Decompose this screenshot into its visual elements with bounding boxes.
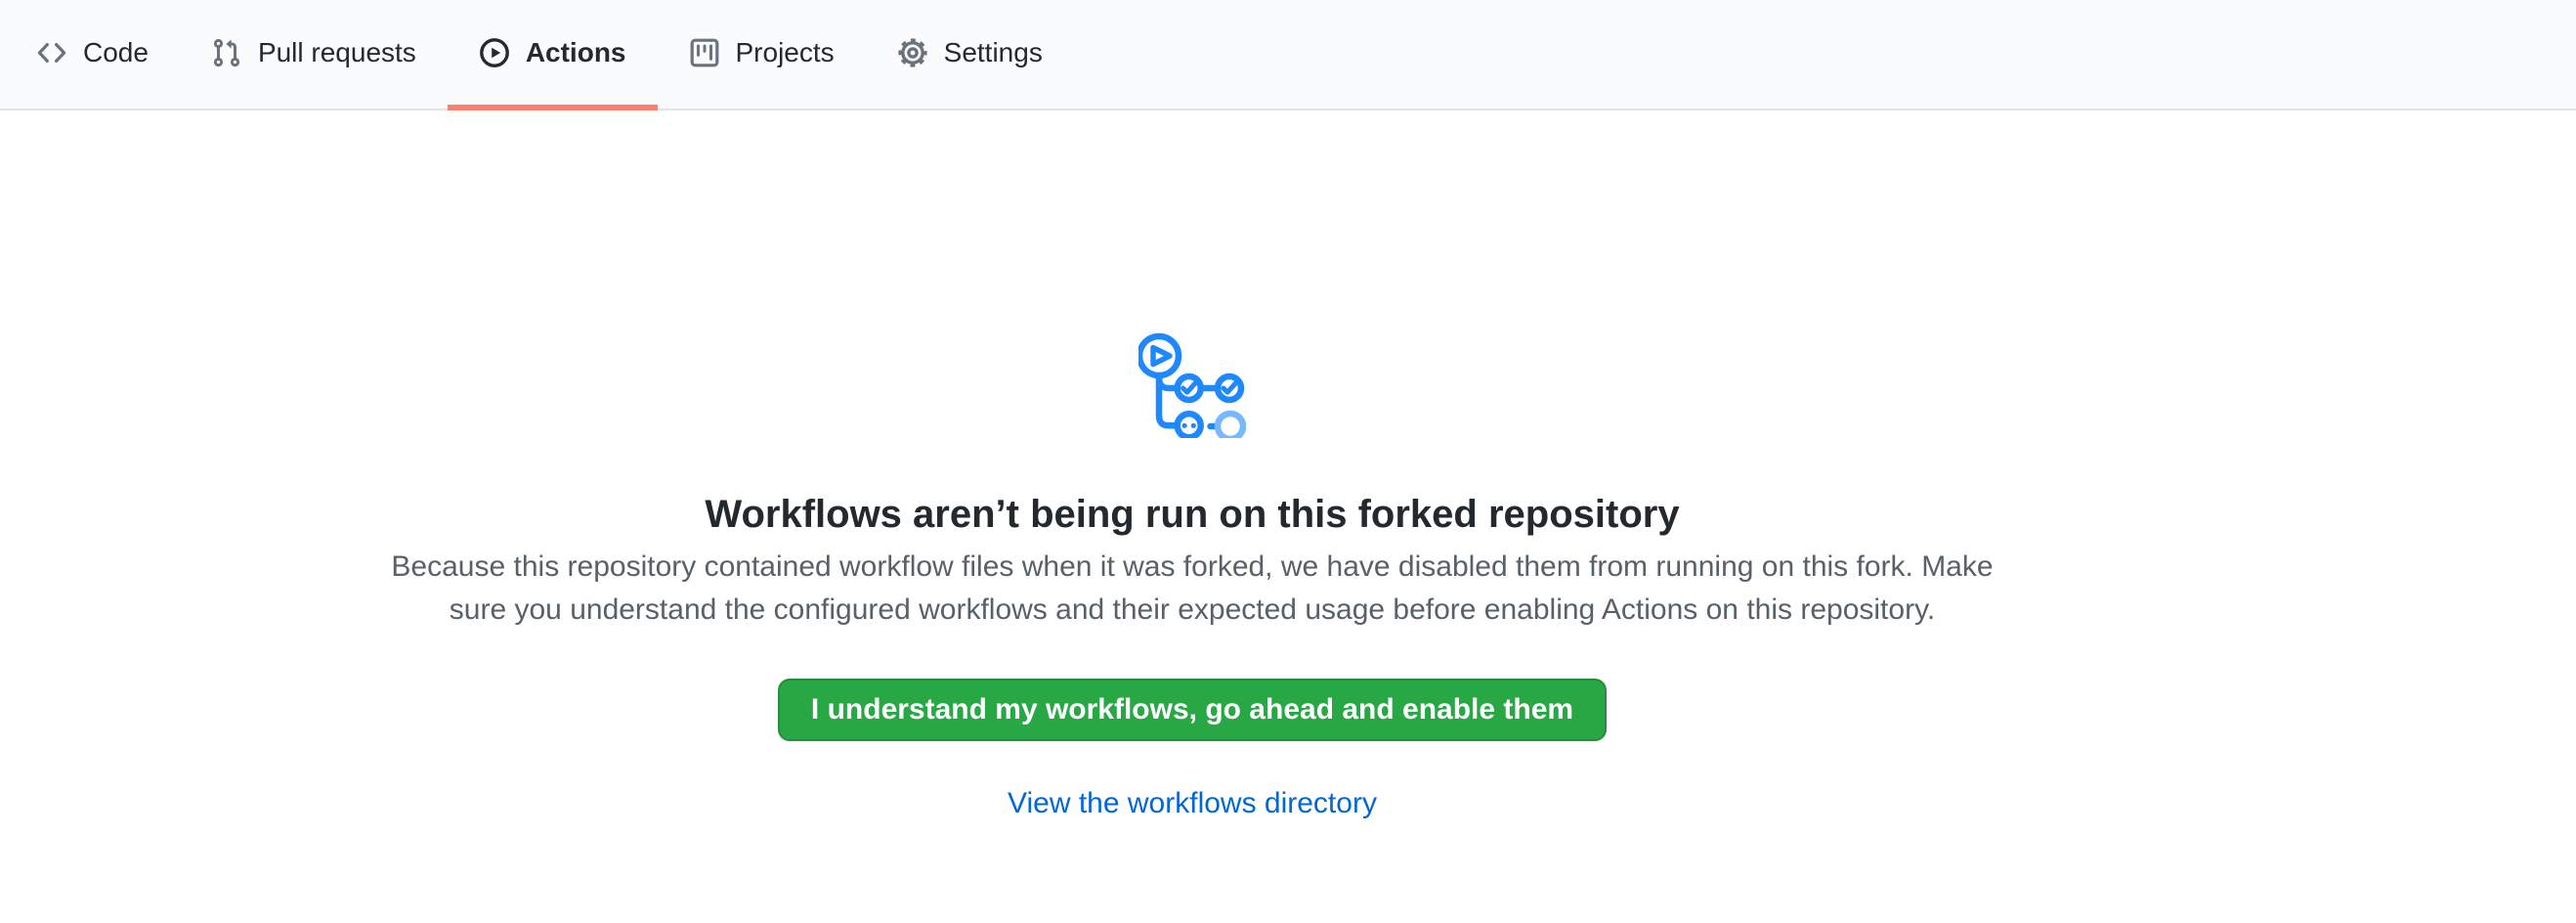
code-icon bbox=[36, 37, 67, 68]
view-workflows-directory-link[interactable]: View the workflows directory bbox=[1008, 782, 1377, 825]
tab-label: Settings bbox=[944, 39, 1043, 66]
description-line-2: sure you understand the configured workf… bbox=[391, 589, 1993, 632]
tab-code[interactable]: Code bbox=[5, 0, 180, 110]
enable-workflows-button[interactable]: I understand my workflows, go ahead and … bbox=[778, 679, 1607, 741]
tab-label: Projects bbox=[736, 39, 835, 66]
description-line-1: Because this repository contained workfl… bbox=[391, 546, 1993, 589]
tab-settings[interactable]: Settings bbox=[866, 0, 1074, 110]
git-pull-request-icon bbox=[211, 37, 242, 68]
tab-actions[interactable]: Actions bbox=[448, 0, 658, 110]
tab-projects[interactable]: Projects bbox=[658, 0, 866, 110]
gear-icon bbox=[897, 37, 928, 68]
tab-pull-requests[interactable]: Pull requests bbox=[180, 0, 448, 110]
repo-tab-nav: Code Pull requests Actions bbox=[0, 0, 2576, 110]
page-title: Workflows aren’t being run on this forke… bbox=[705, 489, 1679, 540]
actions-disabled-blankslate: Workflows aren’t being run on this forke… bbox=[0, 110, 2384, 825]
tab-label: Pull requests bbox=[258, 39, 416, 66]
description-text: Because this repository contained workfl… bbox=[391, 546, 1993, 632]
tab-label: Actions bbox=[526, 39, 626, 66]
project-board-icon bbox=[689, 37, 720, 68]
tab-label: Code bbox=[83, 39, 149, 66]
actions-workflow-icon bbox=[1138, 330, 1246, 438]
play-circle-icon bbox=[479, 37, 510, 68]
